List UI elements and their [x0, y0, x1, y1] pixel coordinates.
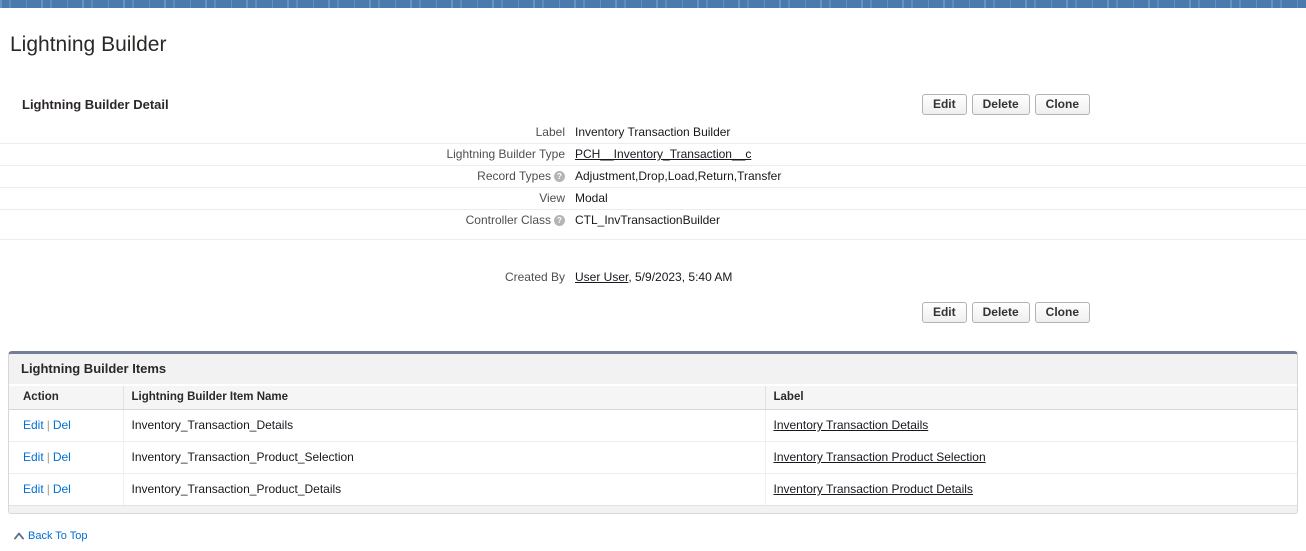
detail-buttons-bottom: Edit Delete Clone: [922, 302, 1090, 323]
related-list-table: Action Lightning Builder Item Name Label…: [9, 386, 1297, 505]
table-row: Edit|Del Inventory_Transaction_Product_D…: [9, 474, 1297, 506]
help-icon[interactable]: ?: [554, 215, 565, 226]
detail-section-title: Lightning Builder Detail: [22, 94, 169, 112]
field-label: View: [0, 191, 575, 205]
detail-buttons-top: Edit Delete Clone: [922, 94, 1090, 115]
table-header-row: Action Lightning Builder Item Name Label: [9, 386, 1297, 410]
related-list-title: Lightning Builder Items: [9, 354, 1297, 386]
builder-type-link[interactable]: PCH__Inventory_Transaction__c: [575, 147, 751, 161]
help-icon[interactable]: ?: [554, 171, 565, 182]
created-by-row: Created By User User, 5/9/2023, 5:40 AM: [0, 267, 1306, 288]
app-header-bar: [0, 0, 1306, 8]
field-row-record-types: Record Types ? Adjustment,Drop,Load,Retu…: [0, 166, 1306, 188]
column-header-label: Label: [765, 386, 1297, 410]
related-list-footer: [9, 505, 1297, 513]
detail-buttons-bottom-wrap: Edit Delete Clone: [0, 302, 1306, 323]
row-del-link[interactable]: Del: [53, 418, 71, 432]
table-row: Edit|Del Inventory_Transaction_Product_S…: [9, 442, 1297, 474]
field-label: Controller Class ?: [0, 213, 575, 227]
created-by-label: Created By: [0, 270, 575, 284]
back-to-top-link[interactable]: Back To Top: [14, 530, 88, 542]
clone-button[interactable]: Clone: [1035, 302, 1090, 323]
action-separator: |: [44, 482, 53, 496]
created-by-user-link[interactable]: User User: [575, 270, 628, 284]
field-label-text: Created By: [505, 270, 565, 284]
row-edit-link[interactable]: Edit: [23, 450, 44, 464]
item-name-cell: Inventory_Transaction_Details: [123, 410, 765, 442]
detail-section-header: Lightning Builder Detail Edit Delete Clo…: [0, 94, 1306, 115]
created-by-datetime: , 5/9/2023, 5:40 AM: [628, 270, 732, 284]
row-del-link[interactable]: Del: [53, 482, 71, 496]
delete-button[interactable]: Delete: [972, 302, 1030, 323]
field-value: Inventory Transaction Builder: [575, 125, 730, 139]
row-edit-link[interactable]: Edit: [23, 418, 44, 432]
field-label-text: Controller Class: [466, 213, 551, 227]
clone-button[interactable]: Clone: [1035, 94, 1090, 115]
field-label: Record Types ?: [0, 169, 575, 183]
field-label-text: Label: [536, 125, 565, 139]
field-label: Label: [0, 125, 575, 139]
page-title: Lightning Builder: [10, 34, 1306, 56]
field-value: Modal: [575, 191, 608, 205]
column-header-name: Lightning Builder Item Name: [123, 386, 765, 410]
field-label-text: View: [539, 191, 565, 205]
field-row-view: View Modal: [0, 188, 1306, 210]
column-header-action: Action: [9, 386, 123, 410]
field-label-text: Record Types: [477, 169, 551, 183]
field-row-controller-class: Controller Class ? CTL_InvTransactionBui…: [0, 210, 1306, 240]
detail-fields: Label Inventory Transaction Builder Ligh…: [0, 122, 1306, 240]
field-row-label: Label Inventory Transaction Builder: [0, 122, 1306, 144]
back-to-top-label: Back To Top: [28, 530, 88, 542]
chevron-up-icon: [14, 532, 24, 540]
created-by-value: User User, 5/9/2023, 5:40 AM: [575, 270, 732, 284]
delete-button[interactable]: Delete: [972, 94, 1030, 115]
item-label-link[interactable]: Inventory Transaction Product Selection: [774, 450, 986, 464]
field-row-builder-type: Lightning Builder Type PCH__Inventory_Tr…: [0, 144, 1306, 166]
item-name-cell: Inventory_Transaction_Product_Details: [123, 474, 765, 506]
row-edit-link[interactable]: Edit: [23, 482, 44, 496]
row-del-link[interactable]: Del: [53, 450, 71, 464]
item-label-link[interactable]: Inventory Transaction Details: [774, 418, 929, 432]
item-name-cell: Inventory_Transaction_Product_Selection: [123, 442, 765, 474]
edit-button[interactable]: Edit: [922, 302, 967, 323]
table-row: Edit|Del Inventory_Transaction_Details I…: [9, 410, 1297, 442]
related-list-panel: Lightning Builder Items Action Lightning…: [8, 351, 1298, 514]
action-separator: |: [44, 418, 53, 432]
field-label: Lightning Builder Type: [0, 147, 575, 161]
field-value: CTL_InvTransactionBuilder: [575, 213, 720, 227]
edit-button[interactable]: Edit: [922, 94, 967, 115]
field-label-text: Lightning Builder Type: [446, 147, 565, 161]
field-value: Adjustment,Drop,Load,Return,Transfer: [575, 169, 781, 183]
action-separator: |: [44, 450, 53, 464]
item-label-link[interactable]: Inventory Transaction Product Details: [774, 482, 973, 496]
